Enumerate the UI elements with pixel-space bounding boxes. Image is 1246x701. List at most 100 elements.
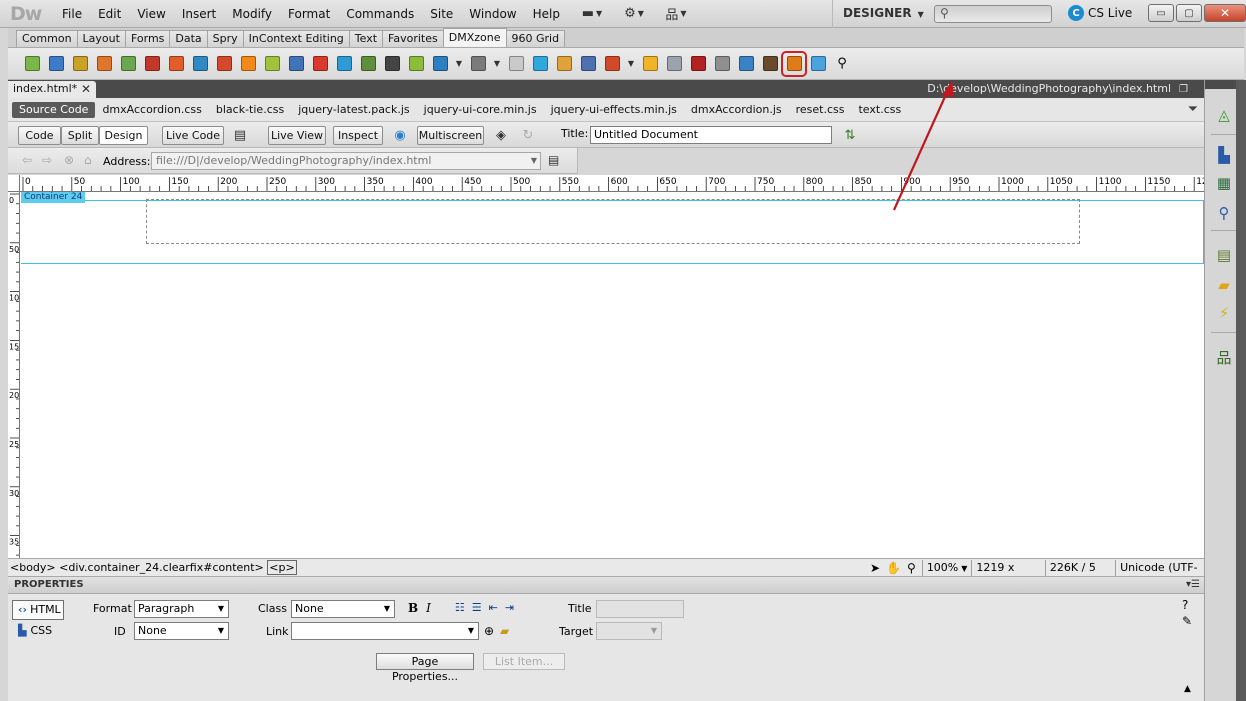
insert-tab-forms[interactable]: Forms (124, 30, 171, 47)
menu-format[interactable]: Format (280, 0, 338, 28)
insert-object-icon[interactable] (214, 54, 234, 74)
close-tab-icon[interactable]: ✕ (81, 81, 91, 97)
content-paragraph-box[interactable] (146, 199, 1080, 244)
live-view-button[interactable]: Live View (268, 126, 326, 145)
zoom-select[interactable]: 100% ▼ (921, 560, 972, 576)
insert-tab-layout[interactable]: Layout (76, 30, 126, 47)
insert-object-icon[interactable] (688, 54, 708, 74)
insert-object-icon[interactable] (358, 54, 378, 74)
indent-icon[interactable]: ⇥ (505, 601, 514, 615)
files-panel-icon[interactable]: ▤ (1213, 244, 1235, 266)
home-icon[interactable]: ⌂ (84, 153, 92, 167)
unordered-list-icon[interactable]: ☷ (455, 601, 465, 615)
snippets-icon[interactable]: ⚡ (1213, 302, 1235, 324)
restore-icon[interactable]: ❐ (1179, 84, 1188, 95)
link-input[interactable]: ▼ (291, 622, 479, 640)
related-file[interactable]: jquery-ui-core.min.js (417, 102, 544, 118)
related-file[interactable]: dmxAccordion.js (684, 102, 789, 118)
insert-object-icon[interactable] (602, 54, 622, 74)
menu-file[interactable]: File (54, 0, 90, 28)
chevron-down-icon[interactable]: ▼ (454, 54, 464, 74)
select-tool-icon[interactable]: ➤ (870, 561, 880, 575)
container-label[interactable]: Container 24 (21, 192, 86, 203)
format-select[interactable]: Paragraph ▼ (134, 600, 229, 618)
insert-object-icon[interactable] (760, 54, 780, 74)
tag-inspector-icon[interactable]: ⚲ (1213, 202, 1235, 224)
file-management-icon[interactable]: ⇅ (838, 125, 862, 145)
insert-object-icon[interactable] (664, 54, 684, 74)
menu-window[interactable]: Window (461, 0, 524, 28)
stop-icon[interactable]: ⊗ (64, 153, 74, 167)
insert-tab-incontext[interactable]: InContext Editing (242, 30, 350, 47)
point-to-file-icon[interactable]: ⊕ (484, 624, 494, 638)
p-tag[interactable]: <p> (267, 560, 297, 575)
insert-tab-text[interactable]: Text (348, 30, 384, 47)
zoom-tool-icon[interactable]: ⚲ (907, 561, 916, 575)
quick-tag-editor-icon[interactable]: ✎ (1182, 614, 1192, 628)
browse-folder-icon[interactable]: ▰ (500, 624, 509, 638)
split-view-button[interactable]: Split (61, 126, 99, 145)
tag-selector[interactable]: <body> <div.container_24.clearfix#conten… (10, 560, 297, 575)
list-item-button[interactable]: List Item... (483, 653, 565, 670)
properties-header[interactable]: PROPERTIES ▾☰ (8, 577, 1204, 594)
menu-modify[interactable]: Modify (224, 0, 280, 28)
related-file[interactable]: jquery-latest.pack.js (291, 102, 416, 118)
ordered-list-icon[interactable]: ☰ (472, 601, 482, 615)
ruler-origin[interactable] (8, 175, 20, 192)
insert-object-icon[interactable] (46, 54, 66, 74)
workspace-switcher[interactable]: DESIGNER ▼ (832, 0, 924, 28)
insert-object-icon[interactable] (712, 54, 732, 74)
class-select[interactable]: None ▼ (291, 600, 395, 618)
maximize-button[interactable]: ▢ (1176, 4, 1202, 22)
filter-icon[interactable]: ⏷ (1188, 102, 1198, 117)
refresh-icon[interactable]: ↻ (520, 125, 536, 145)
cs-live-button[interactable]: C CS Live (1068, 5, 1132, 21)
insert-object-icon[interactable] (382, 54, 402, 74)
help-search-input[interactable]: ⚲ (934, 5, 1052, 23)
panel-options-icon[interactable]: ▾☰ (1186, 577, 1200, 593)
dmx-highlighted-icon[interactable] (781, 50, 807, 77)
insert-tab-dmxzone[interactable]: DMXzone (442, 28, 507, 47)
menu-help[interactable]: Help (525, 0, 568, 28)
related-file[interactable]: black-tie.css (209, 102, 291, 118)
related-file[interactable]: text.css (851, 102, 908, 118)
minimize-button[interactable]: ▭ (1148, 4, 1174, 22)
layout-menu-icon[interactable]: ▬ ▼ (578, 5, 606, 23)
collapse-panel-icon[interactable]: ▲ (1184, 684, 1191, 694)
related-file[interactable]: reset.css (789, 102, 852, 118)
insert-object-icon[interactable] (554, 54, 574, 74)
design-canvas[interactable]: Container 24 (20, 192, 1204, 558)
visual-aids-icon[interactable]: ◈ (490, 125, 512, 145)
insert-object-icon[interactable] (640, 54, 660, 74)
insert-object-icon[interactable] (118, 54, 138, 74)
css-styles-icon[interactable]: ▙ (1213, 144, 1235, 166)
outdent-icon[interactable]: ⇤ (489, 601, 498, 615)
insert-object-icon[interactable] (468, 54, 488, 74)
target-select[interactable]: ▼ (596, 622, 662, 640)
menu-edit[interactable]: Edit (90, 0, 129, 28)
menu-site[interactable]: Site (422, 0, 461, 28)
insert-object-icon[interactable] (166, 54, 186, 74)
bold-button[interactable]: B (408, 601, 418, 615)
insert-panel-icon[interactable]: ◬ (1213, 104, 1235, 126)
italic-button[interactable]: I (426, 601, 431, 615)
id-select[interactable]: None ▼ (134, 622, 229, 640)
insert-object-icon[interactable] (406, 54, 426, 74)
preview-browser-icon[interactable]: ◉ (389, 125, 411, 145)
search-icon[interactable]: ⚲ (832, 54, 852, 74)
insert-object-icon[interactable] (262, 54, 282, 74)
window-size-select[interactable]: 1219 x 378▼ (971, 560, 1045, 589)
insert-object-icon[interactable] (506, 54, 526, 74)
insert-tab-favorites[interactable]: Favorites (382, 30, 444, 47)
live-code-button[interactable]: Live Code (162, 126, 224, 145)
insert-object-icon[interactable] (142, 54, 162, 74)
page-properties-button[interactable]: Page Properties... (376, 653, 474, 683)
menu-commands[interactable]: Commands (338, 0, 422, 28)
insert-tab-spry[interactable]: Spry (206, 30, 244, 47)
title-input[interactable]: Untitled Document (590, 126, 832, 144)
hand-tool-icon[interactable]: ✋ (886, 561, 901, 575)
insert-object-icon[interactable] (578, 54, 598, 74)
help-icon[interactable]: ? (1182, 598, 1188, 612)
address-input[interactable]: file:///D|/develop/WeddingPhotography/in… (151, 152, 541, 170)
site-menu-icon[interactable]: 品 ▼ (662, 5, 690, 23)
